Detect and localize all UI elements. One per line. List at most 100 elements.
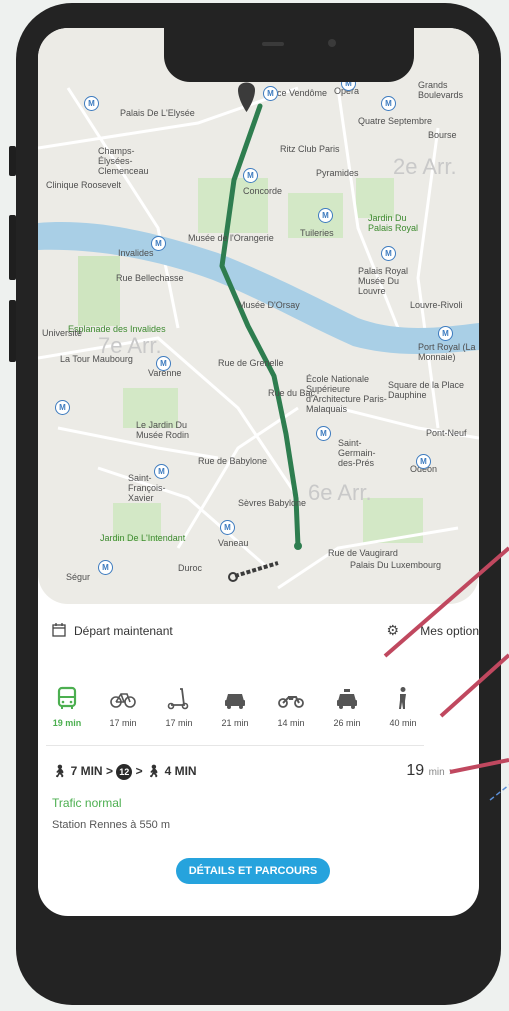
metro-icon: M: [243, 168, 258, 183]
metro-icon: M: [381, 96, 396, 111]
map-canvas: [38, 82, 479, 590]
transport-modes: 19 min 17 min 17 min 21 min 14 min 26 mi…: [46, 686, 478, 746]
mode-scooter[interactable]: 17 min: [158, 686, 200, 746]
map-label: Vaneau: [218, 538, 249, 548]
mode-taxi[interactable]: 26 min: [326, 686, 368, 746]
mode-motorbike[interactable]: 14 min: [270, 686, 312, 746]
calendar-icon: [52, 623, 66, 637]
car-icon: [225, 694, 245, 709]
mode-time: 17 min: [165, 718, 193, 728]
map-label: Champs-Élysées-Clemenceau: [98, 146, 149, 176]
divider: [46, 745, 424, 746]
side-button-volume-down: [9, 300, 16, 362]
map-label: Pont-Neuf: [426, 428, 467, 438]
metro-icon: M: [438, 326, 453, 341]
walk-time-end: 4 MIN: [164, 764, 197, 779]
metro-icon: M: [316, 426, 331, 441]
separator: >: [135, 764, 143, 779]
map-label: Palais De L'Elysée: [120, 108, 195, 118]
map-label: Rue de Babylone: [198, 456, 268, 466]
side-button-top: [9, 146, 16, 176]
metro-icon: M: [84, 96, 99, 111]
metro-icon: M: [55, 400, 70, 415]
map-label: Pyramides: [316, 168, 359, 178]
map-label: Rue de Grenelle: [218, 358, 284, 368]
map-label: Bourse: [428, 130, 457, 140]
total-duration[interactable]: 19 min >: [406, 762, 455, 780]
map-label: Invalides: [118, 248, 154, 258]
map-label: Concorde: [243, 186, 283, 196]
map-label: Square de la Place Dauphine: [388, 380, 465, 400]
mode-time: 19 min: [52, 718, 82, 728]
departure-row: Départ maintenant ⚙ Mes options: [52, 622, 479, 642]
total-duration-unit: min: [428, 767, 445, 778]
scooter-icon: [167, 688, 189, 710]
map-label: Le Jardin Du Musée Rodin: [136, 420, 190, 440]
metro-icon: M: [318, 208, 333, 223]
metro-icon: M: [151, 236, 166, 251]
map-label: Tuileries: [300, 228, 334, 238]
map-label: Musée de l'Orangerie: [188, 233, 274, 243]
metro-icon: M: [154, 464, 169, 479]
mode-time: 40 min: [389, 718, 417, 728]
map-label: Palais Royal Musée Du Louvre: [358, 266, 409, 296]
map[interactable]: 2e Arr. 7e Arr. 6e Arr. Palais De L'Elys…: [38, 28, 479, 604]
walk-icon: 🚶︎: [146, 764, 162, 779]
phone-screen: 2e Arr. 7e Arr. 6e Arr. Palais De L'Elys…: [38, 28, 479, 916]
map-label: Duroc: [178, 563, 203, 573]
taxi-icon: [337, 689, 357, 709]
motorbike-icon: [278, 696, 304, 708]
map-label: Rue de Vaugirard: [328, 548, 398, 558]
map-label: Université: [42, 328, 83, 338]
metro-icon: M: [156, 356, 171, 371]
map-label: Quatre Septembre: [358, 116, 433, 126]
bike-icon: [110, 693, 136, 708]
map-label: La Tour Maubourg: [60, 354, 133, 364]
bus-icon: [57, 686, 77, 709]
map-label: Clinique Roosevelt: [46, 180, 122, 190]
bus-line-badge: 12: [116, 764, 133, 780]
options-button[interactable]: Mes options: [420, 624, 479, 638]
chevron-right-icon: >: [449, 767, 455, 778]
total-duration-value: 19: [406, 762, 425, 779]
map-label: Grands Boulevards: [418, 80, 464, 100]
map-label: Rue Bellechasse: [116, 273, 184, 283]
route-panel: Départ maintenant ⚙ Mes options 19 min 1…: [38, 604, 479, 916]
metro-icon: M: [98, 560, 113, 575]
map-label: Sèvres Babylone: [238, 498, 307, 508]
walk-icon: [399, 687, 406, 709]
separator: >: [105, 764, 113, 779]
mode-time: 21 min: [221, 718, 249, 728]
district-label-2e: 2e Arr.: [393, 154, 457, 179]
details-button[interactable]: DÉTAILS ET PARCOURS: [176, 858, 330, 884]
mode-time: 26 min: [333, 718, 361, 728]
itinerary-summary: 🚶︎ 7 MIN > 12 > 🚶︎ 4 MIN: [52, 764, 452, 786]
map-label: Esplanade des Invalides: [68, 324, 166, 334]
metro-icon: M: [220, 520, 235, 535]
map-label: École Nationale Supérieure d'Architectur…: [306, 374, 387, 414]
mode-walk[interactable]: 40 min: [382, 686, 424, 746]
mode-bike[interactable]: 17 min: [102, 686, 144, 746]
gear-icon[interactable]: ⚙: [386, 622, 399, 639]
mode-bus[interactable]: 19 min: [46, 686, 88, 746]
mode-car[interactable]: 21 min: [214, 686, 256, 746]
metro-icon: M: [381, 246, 396, 261]
side-button-volume-up: [9, 215, 16, 280]
notch: [164, 28, 414, 82]
metro-icon: M: [416, 454, 431, 469]
map-label: Jardin Du Palais Royal: [368, 213, 419, 233]
map-label: Jardin De L'Intendant: [100, 533, 186, 543]
map-label: Ségur: [66, 572, 91, 582]
speaker: [262, 42, 284, 46]
map-label: Port Royal (La Monnaie): [418, 342, 476, 362]
map-label: Saint-Germain-des-Prés: [338, 438, 376, 468]
metro-icon: M: [263, 86, 278, 101]
departure-button[interactable]: Départ maintenant: [74, 624, 173, 638]
phone-frame: 2e Arr. 7e Arr. 6e Arr. Palais De L'Elys…: [16, 3, 501, 1005]
mode-time: 17 min: [109, 718, 137, 728]
mode-time: 14 min: [277, 718, 305, 728]
district-label-6e: 6e Arr.: [308, 480, 372, 505]
map-label: Ritz Club Paris: [280, 144, 340, 154]
map-label: Louvre-Rivoli: [410, 300, 463, 310]
walk-icon: 🚶︎: [52, 764, 68, 779]
